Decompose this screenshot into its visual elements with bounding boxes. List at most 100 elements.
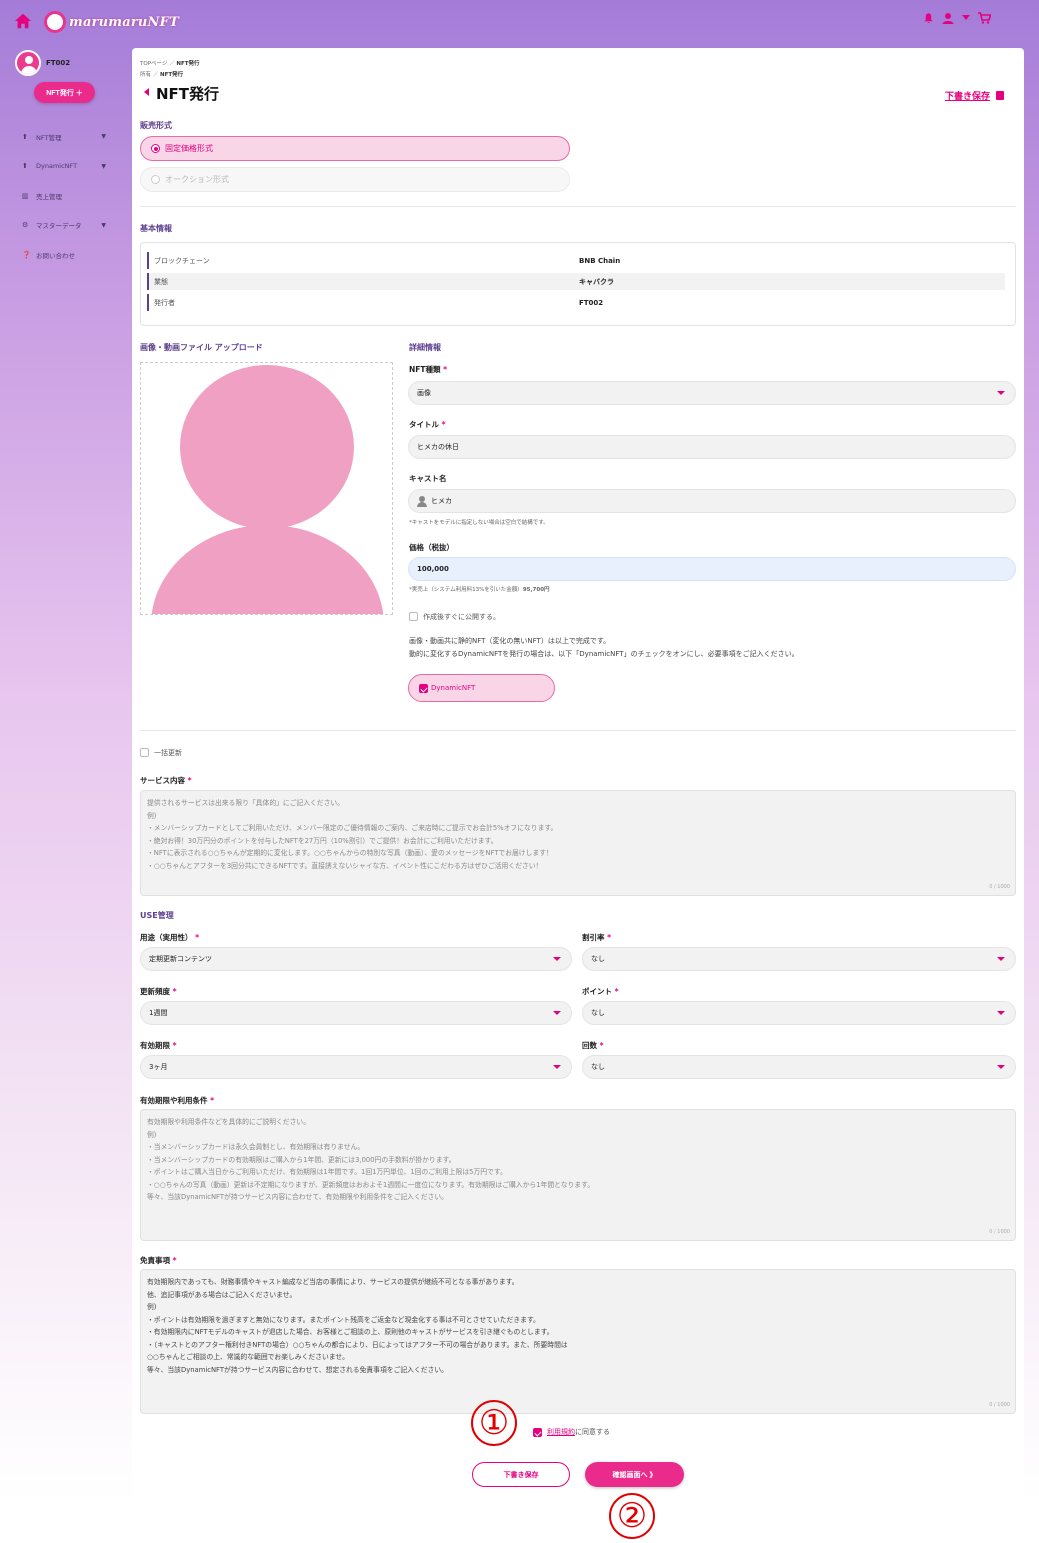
label-text: 回数 — [582, 1041, 597, 1050]
radio-auction[interactable]: オークション形式 — [140, 167, 570, 192]
sidebar-item-master-data[interactable]: ⚙ マスターデータ ▼ — [22, 211, 122, 241]
notification-icon[interactable] — [923, 12, 934, 24]
logo[interactable]: marumaruNFT — [44, 8, 179, 36]
radio-fixed-price[interactable]: 固定価格形式 — [140, 136, 570, 161]
dynamic-nft-toggle[interactable]: DynamicNFT — [408, 674, 555, 702]
row-accent-bar — [147, 252, 149, 269]
breadcrumb-current: NFT発行 — [176, 61, 200, 67]
confirm-button[interactable]: 確認画面へ 》 — [585, 1462, 684, 1487]
label-text: 免責事項 — [140, 1256, 170, 1265]
side-menu: ⬆ NFT管理 ▼ ⬆ DynamicNFT ▼ ▥ 売上管理 ⚙ マスターデー… — [22, 122, 122, 270]
required-mark: * — [207, 1096, 215, 1105]
char-counter: 0 / 1000 — [989, 1228, 1010, 1235]
sidebar-item-nft-management[interactable]: ⬆ NFT管理 ▼ — [22, 122, 122, 152]
info-value: FT002 — [579, 298, 604, 307]
row-accent-bar — [147, 273, 149, 290]
cast-note: *キャストをモデルに指定しない場合は空白で結構です。 — [409, 520, 549, 526]
usage-select[interactable]: 定期更新コンテンツ — [140, 947, 572, 971]
placeholder-line: ・当メンバーシップカードは永久会員制とし、有効期限は有りません。 — [147, 1143, 365, 1151]
home-icon[interactable] — [14, 12, 32, 30]
breadcrumb-separator: ／ — [169, 61, 175, 67]
label-text: タイトル — [409, 420, 439, 429]
info-key: 業態 — [154, 277, 168, 286]
agree-checkbox[interactable] — [533, 1428, 542, 1437]
draft-save-link[interactable]: 下書き保存 — [945, 89, 1004, 102]
cart-icon[interactable] — [978, 12, 991, 24]
frequency-select[interactable]: 1週間 — [140, 1001, 572, 1025]
page-title: NFT発行 — [156, 85, 220, 103]
char-counter: 0 / 1000 — [989, 883, 1010, 890]
placeholder-avatar-body — [151, 525, 384, 614]
back-arrow-icon[interactable] — [144, 88, 149, 96]
required-mark: * — [439, 420, 446, 429]
sidebar-item-contact[interactable]: ❓ お問い合わせ — [22, 240, 122, 270]
breadcrumb-top-link[interactable]: TOPページ — [140, 61, 167, 67]
cast-input[interactable]: ヒメカ — [408, 489, 1016, 513]
user-info[interactable]: FT002 — [15, 50, 70, 76]
placeholder-line: ・当メンバーシップカードの有効期限はご購入から1年間、更新には3,000円の手数… — [147, 1155, 456, 1164]
user-icon[interactable] — [942, 12, 954, 24]
label-text: サービス内容 — [140, 776, 185, 785]
upload-dropzone[interactable] — [140, 362, 393, 615]
basic-info-table: ブロックチェーン BNB Chain 業態 キャバクラ 発行者 FT002 — [140, 242, 1016, 326]
radio-label: 固定価格形式 — [165, 144, 213, 153]
note-text: *実売上（システム利用料13%を引いた金額） — [409, 587, 523, 593]
placeholder-avatar-head — [180, 365, 354, 529]
username: FT002 — [46, 59, 71, 67]
select-value: 定期更新コンテンツ — [149, 955, 212, 963]
dropdown-caret-icon — [553, 957, 561, 961]
breadcrumb-owned-link[interactable]: 所有 — [140, 72, 151, 78]
title-input[interactable]: ヒメカの休日 — [408, 435, 1016, 459]
nft-issue-button[interactable]: NFT発行 ＋ — [34, 82, 95, 103]
count-select[interactable]: なし — [582, 1055, 1016, 1079]
input-value: 100,000 — [417, 565, 449, 573]
text-line: 等々、当該DynamicNFTが持つサービス内容に合わせて、想定される免責事項を… — [147, 1365, 448, 1374]
dropdown-caret-icon — [553, 1011, 561, 1015]
description-line: 動的に変化するDynamicNFTを発行の場合は、以下「DynamicNFT」の… — [409, 650, 799, 658]
placeholder-line: ・ポイントはご購入当日からご利用いただけ、有効期限は1年間です。1回1万円単位、… — [147, 1168, 507, 1176]
expiry-select[interactable]: 3ヶ月 — [140, 1055, 572, 1079]
sidebar-item-sales[interactable]: ▥ 売上管理 — [22, 181, 122, 211]
nft-type-select[interactable]: 画像 — [408, 381, 1016, 405]
arrow-icon: ⬆ — [22, 132, 28, 141]
label-text: ポイント — [582, 987, 612, 996]
publish-checkbox[interactable] — [409, 612, 418, 621]
terms-label: 有効期限や利用条件 * — [140, 1095, 214, 1106]
label-text: 用途（実用性） — [140, 933, 193, 942]
dropdown-caret-icon — [997, 1065, 1005, 1069]
disclaimer-label: 免責事項 * — [140, 1255, 177, 1266]
chevron-down-icon[interactable] — [962, 15, 970, 21]
bulk-update-label: 一括更新 — [154, 749, 182, 757]
text-line: ・ポイントは有効期限を過ぎますと無効になります。またポイント残高をご返金など現金… — [147, 1315, 540, 1324]
terms-textarea[interactable]: 有効期限や利用条件などを具体的にご説明ください。 例) ・当メンバーシップカード… — [140, 1109, 1016, 1241]
service-textarea[interactable]: 提供されるサービスは出来る限り「具体的」にご記入ください。 例) ・メンバーシッ… — [140, 790, 1016, 896]
sidebar-item-label: DynamicNFT — [36, 162, 78, 171]
sidebar-item-label: NFT管理 — [36, 133, 62, 142]
dropdown-caret-icon — [997, 391, 1005, 395]
price-input[interactable]: 100,000 — [408, 557, 1016, 581]
terms-of-use-link[interactable]: 利用規約 — [547, 1428, 575, 1436]
input-value: ヒメカ — [431, 497, 452, 505]
info-row-issuer: 発行者 FT002 — [147, 294, 1005, 311]
gear-icon: ⚙ — [22, 221, 29, 230]
points-label: ポイント * — [582, 986, 619, 997]
select-value: 1週間 — [149, 1009, 168, 1017]
draft-save-button[interactable]: 下書き保存 — [472, 1462, 570, 1487]
discount-select[interactable]: なし — [582, 947, 1016, 971]
points-select[interactable]: なし — [582, 1001, 1016, 1025]
annotation-marker-2: ② — [609, 1493, 655, 1539]
sidebar-item-dynamic-nft[interactable]: ⬆ DynamicNFT ▼ — [22, 152, 122, 182]
disclaimer-textarea[interactable]: 有効期限内であっても、財務事情やキャスト編成など当店の事情により、サービスの提供… — [140, 1269, 1016, 1414]
required-mark: * — [192, 933, 200, 942]
label-text: 割引率 — [582, 933, 605, 942]
dynamic-description: 画像・動画共に静的NFT（変化の無いNFT）は以上で完成です。 動的に変化するD… — [409, 635, 799, 661]
dropdown-caret-icon — [553, 1065, 561, 1069]
service-label: サービス内容 * — [140, 775, 192, 786]
bulk-update-checkbox[interactable] — [140, 748, 149, 757]
arrow-icon: ⬆ — [22, 162, 28, 171]
row-accent-bar — [147, 294, 149, 311]
select-value: なし — [591, 955, 605, 963]
dropdown-caret-icon — [997, 1011, 1005, 1015]
required-mark: * — [170, 1256, 177, 1265]
required-mark: * — [597, 1041, 604, 1050]
